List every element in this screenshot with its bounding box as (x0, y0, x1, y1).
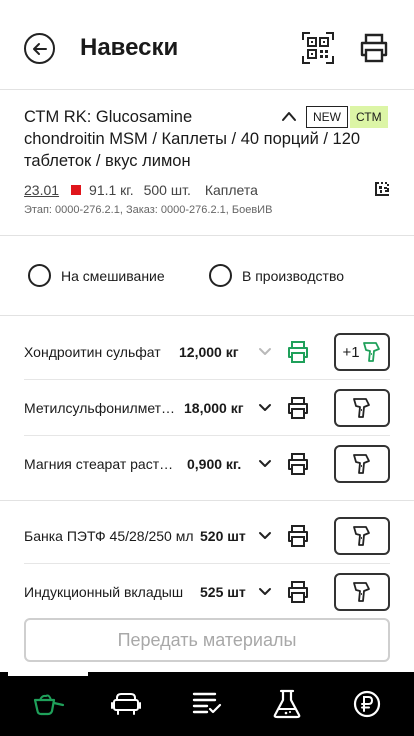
scan-button[interactable] (334, 445, 390, 483)
product-name-line1: СТМ RK: Glucosamine (24, 108, 193, 126)
nav-finance[interactable] (327, 672, 407, 736)
scan-count: +1 (342, 343, 360, 361)
material-name: Магния стеарат растительный (24, 456, 176, 472)
arrow-left-icon (32, 42, 47, 55)
barcode-scanner-icon (353, 398, 370, 418)
material-name: Метилсульфонилметан (24, 400, 176, 416)
nav-tasks[interactable] (167, 672, 247, 736)
scan-button[interactable] (334, 389, 390, 427)
radio-mixing[interactable]: На смешивание (28, 264, 165, 287)
qr-scan-button[interactable] (302, 32, 334, 64)
printer-icon[interactable] (286, 524, 310, 548)
radio-circle[interactable] (209, 264, 232, 287)
transfer-materials-button[interactable]: Передать материалы (24, 618, 390, 662)
datamatrix-icon[interactable] (375, 182, 389, 196)
radio-production[interactable]: В производство (209, 264, 344, 287)
destination-radio-group: На смешивание В производство (0, 236, 414, 316)
mixer-icon (111, 693, 141, 715)
material-name: Хондроитин сульфат (24, 344, 161, 360)
print-all-button[interactable] (358, 32, 390, 64)
section-divider (0, 500, 414, 501)
nav-lab[interactable] (247, 672, 327, 736)
material-row: Метилсульфонилметан 18,000 кг (24, 380, 390, 436)
printer-icon (360, 33, 388, 63)
packaging-row: Индукционный вкладыш 525 шт (24, 564, 390, 620)
product-date[interactable]: 23.01 (24, 182, 59, 198)
status-indicator (71, 185, 82, 195)
chevron-down-icon[interactable] (258, 457, 272, 471)
checklist-icon (192, 692, 222, 714)
nav-mixing[interactable] (86, 672, 166, 736)
new-badge: NEW (306, 106, 348, 128)
ruble-icon (353, 690, 381, 718)
scan-button[interactable] (334, 517, 390, 555)
radio-mixing-label: На смешивание (61, 267, 165, 284)
product-weight: 91.1 кг. (89, 182, 134, 198)
printer-icon[interactable] (286, 452, 310, 476)
material-quantity: 18,000 кг (184, 400, 244, 416)
printer-icon[interactable] (286, 396, 310, 420)
packaging-quantity: 525 шт (200, 584, 246, 600)
chevron-down-icon[interactable] (258, 585, 272, 599)
chevron-up-icon[interactable] (280, 108, 298, 124)
bottom-nav (0, 672, 414, 736)
radio-circle[interactable] (28, 264, 51, 287)
ctm-badge: СТМ (350, 106, 388, 128)
chevron-down-icon[interactable] (258, 529, 272, 543)
flask-icon (273, 689, 301, 719)
packaging-row: Банка ПЭТФ 45/28/250 мл 520 шт (24, 508, 390, 564)
product-card: СТМ RK: Glucosamine chondroitin MSM / Ка… (0, 90, 414, 236)
scan-button[interactable] (334, 573, 390, 611)
chevron-down-icon[interactable] (258, 401, 272, 415)
product-name-rest: chondroitin MSM / Каплеты / 40 порций / … (24, 130, 361, 170)
printer-icon[interactable] (286, 580, 310, 604)
material-row: Хондроитин сульфат 12,000 кг +1 (24, 324, 390, 380)
scan-button[interactable]: +1 (334, 333, 390, 371)
barcode-scanner-icon (362, 342, 380, 362)
radio-production-label: В производство (242, 267, 345, 284)
page-title: Навески (80, 34, 179, 61)
product-form: Каплета (204, 182, 258, 198)
scoop-icon (33, 694, 65, 716)
header: Навески (0, 0, 414, 90)
product-stage: Этап: 0000-276.2.1, Заказ: 0000-276.2.1,… (24, 204, 273, 216)
packaging-name: Индукционный вкладыш (24, 584, 184, 600)
barcode-scanner-icon (353, 454, 370, 474)
chevron-down-icon[interactable] (258, 345, 272, 359)
material-quantity: 0,900 кг. (187, 456, 242, 472)
qr-code-icon (302, 32, 334, 64)
product-quantity: 500 шт. (143, 182, 191, 198)
nav-weighing[interactable] (8, 672, 88, 736)
packaging-name: Банка ПЭТФ 45/28/250 мл (24, 528, 194, 544)
product-meta: 23.01 91.1 кг. 500 шт. Каплета (24, 180, 258, 200)
back-button[interactable] (24, 33, 55, 64)
material-row: Магния стеарат растительный 0,900 кг. (24, 436, 390, 492)
printer-icon[interactable] (286, 340, 310, 364)
packaging-quantity: 520 шт (200, 528, 246, 544)
material-quantity: 12,000 кг (179, 344, 239, 360)
barcode-scanner-icon (353, 582, 370, 602)
barcode-scanner-icon (353, 526, 370, 546)
